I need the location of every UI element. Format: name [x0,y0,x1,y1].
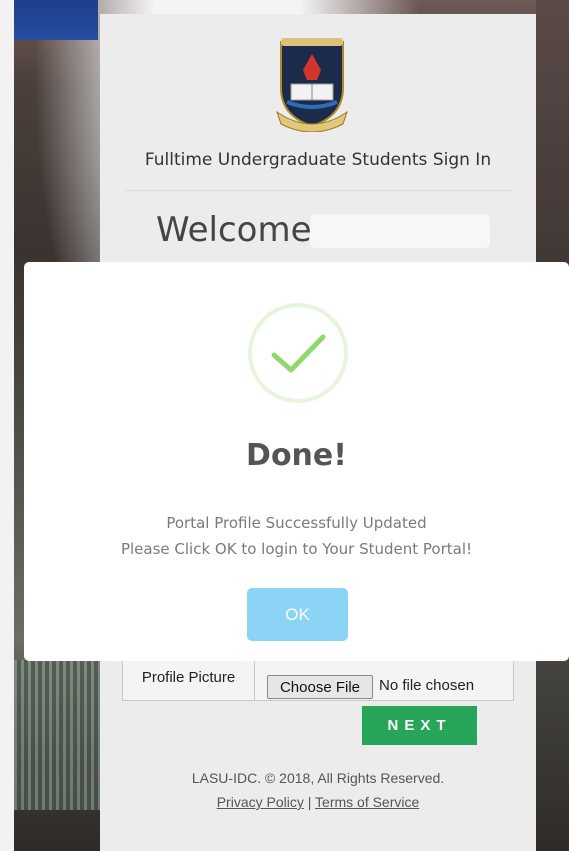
choose-file-button[interactable]: Choose File [267,675,373,699]
university-crest-icon [276,38,348,132]
redacted-username [310,214,490,248]
footer-separator: | [307,794,312,810]
page-title: Fulltime Undergraduate Students Sign In [144,150,492,170]
file-status-text: No file chosen [379,677,475,694]
success-circle [248,303,348,403]
dialog-message-line-1: Portal Profile Successfully Updated [166,514,427,532]
next-button[interactable]: NEXT [362,706,477,745]
terms-of-service-link[interactable]: Terms of Service [315,794,419,810]
profile-picture-label: Profile Picture [123,655,255,700]
footer-links: Privacy Policy | Terms of Service [100,794,536,810]
profile-picture-row: Profile Picture Choose File No file chos… [122,654,514,701]
ok-button[interactable]: OK [247,588,348,641]
background-railing [14,660,100,810]
dialog-message: Portal Profile Successfully Updated Plea… [24,510,569,562]
success-dialog: Done! Portal Profile Successfully Update… [24,262,569,661]
dialog-title: Done! [246,438,347,473]
welcome-heading: Welcome! [156,210,326,250]
title-divider [124,190,512,191]
dialog-message-line-2: Please Click OK to login to Your Student… [120,540,473,558]
background-banner [14,0,98,40]
footer-copyright: LASU-IDC. © 2018, All Rights Reserved. [191,770,445,786]
checkmark-icon [271,334,326,373]
privacy-policy-link[interactable]: Privacy Policy [217,794,304,810]
